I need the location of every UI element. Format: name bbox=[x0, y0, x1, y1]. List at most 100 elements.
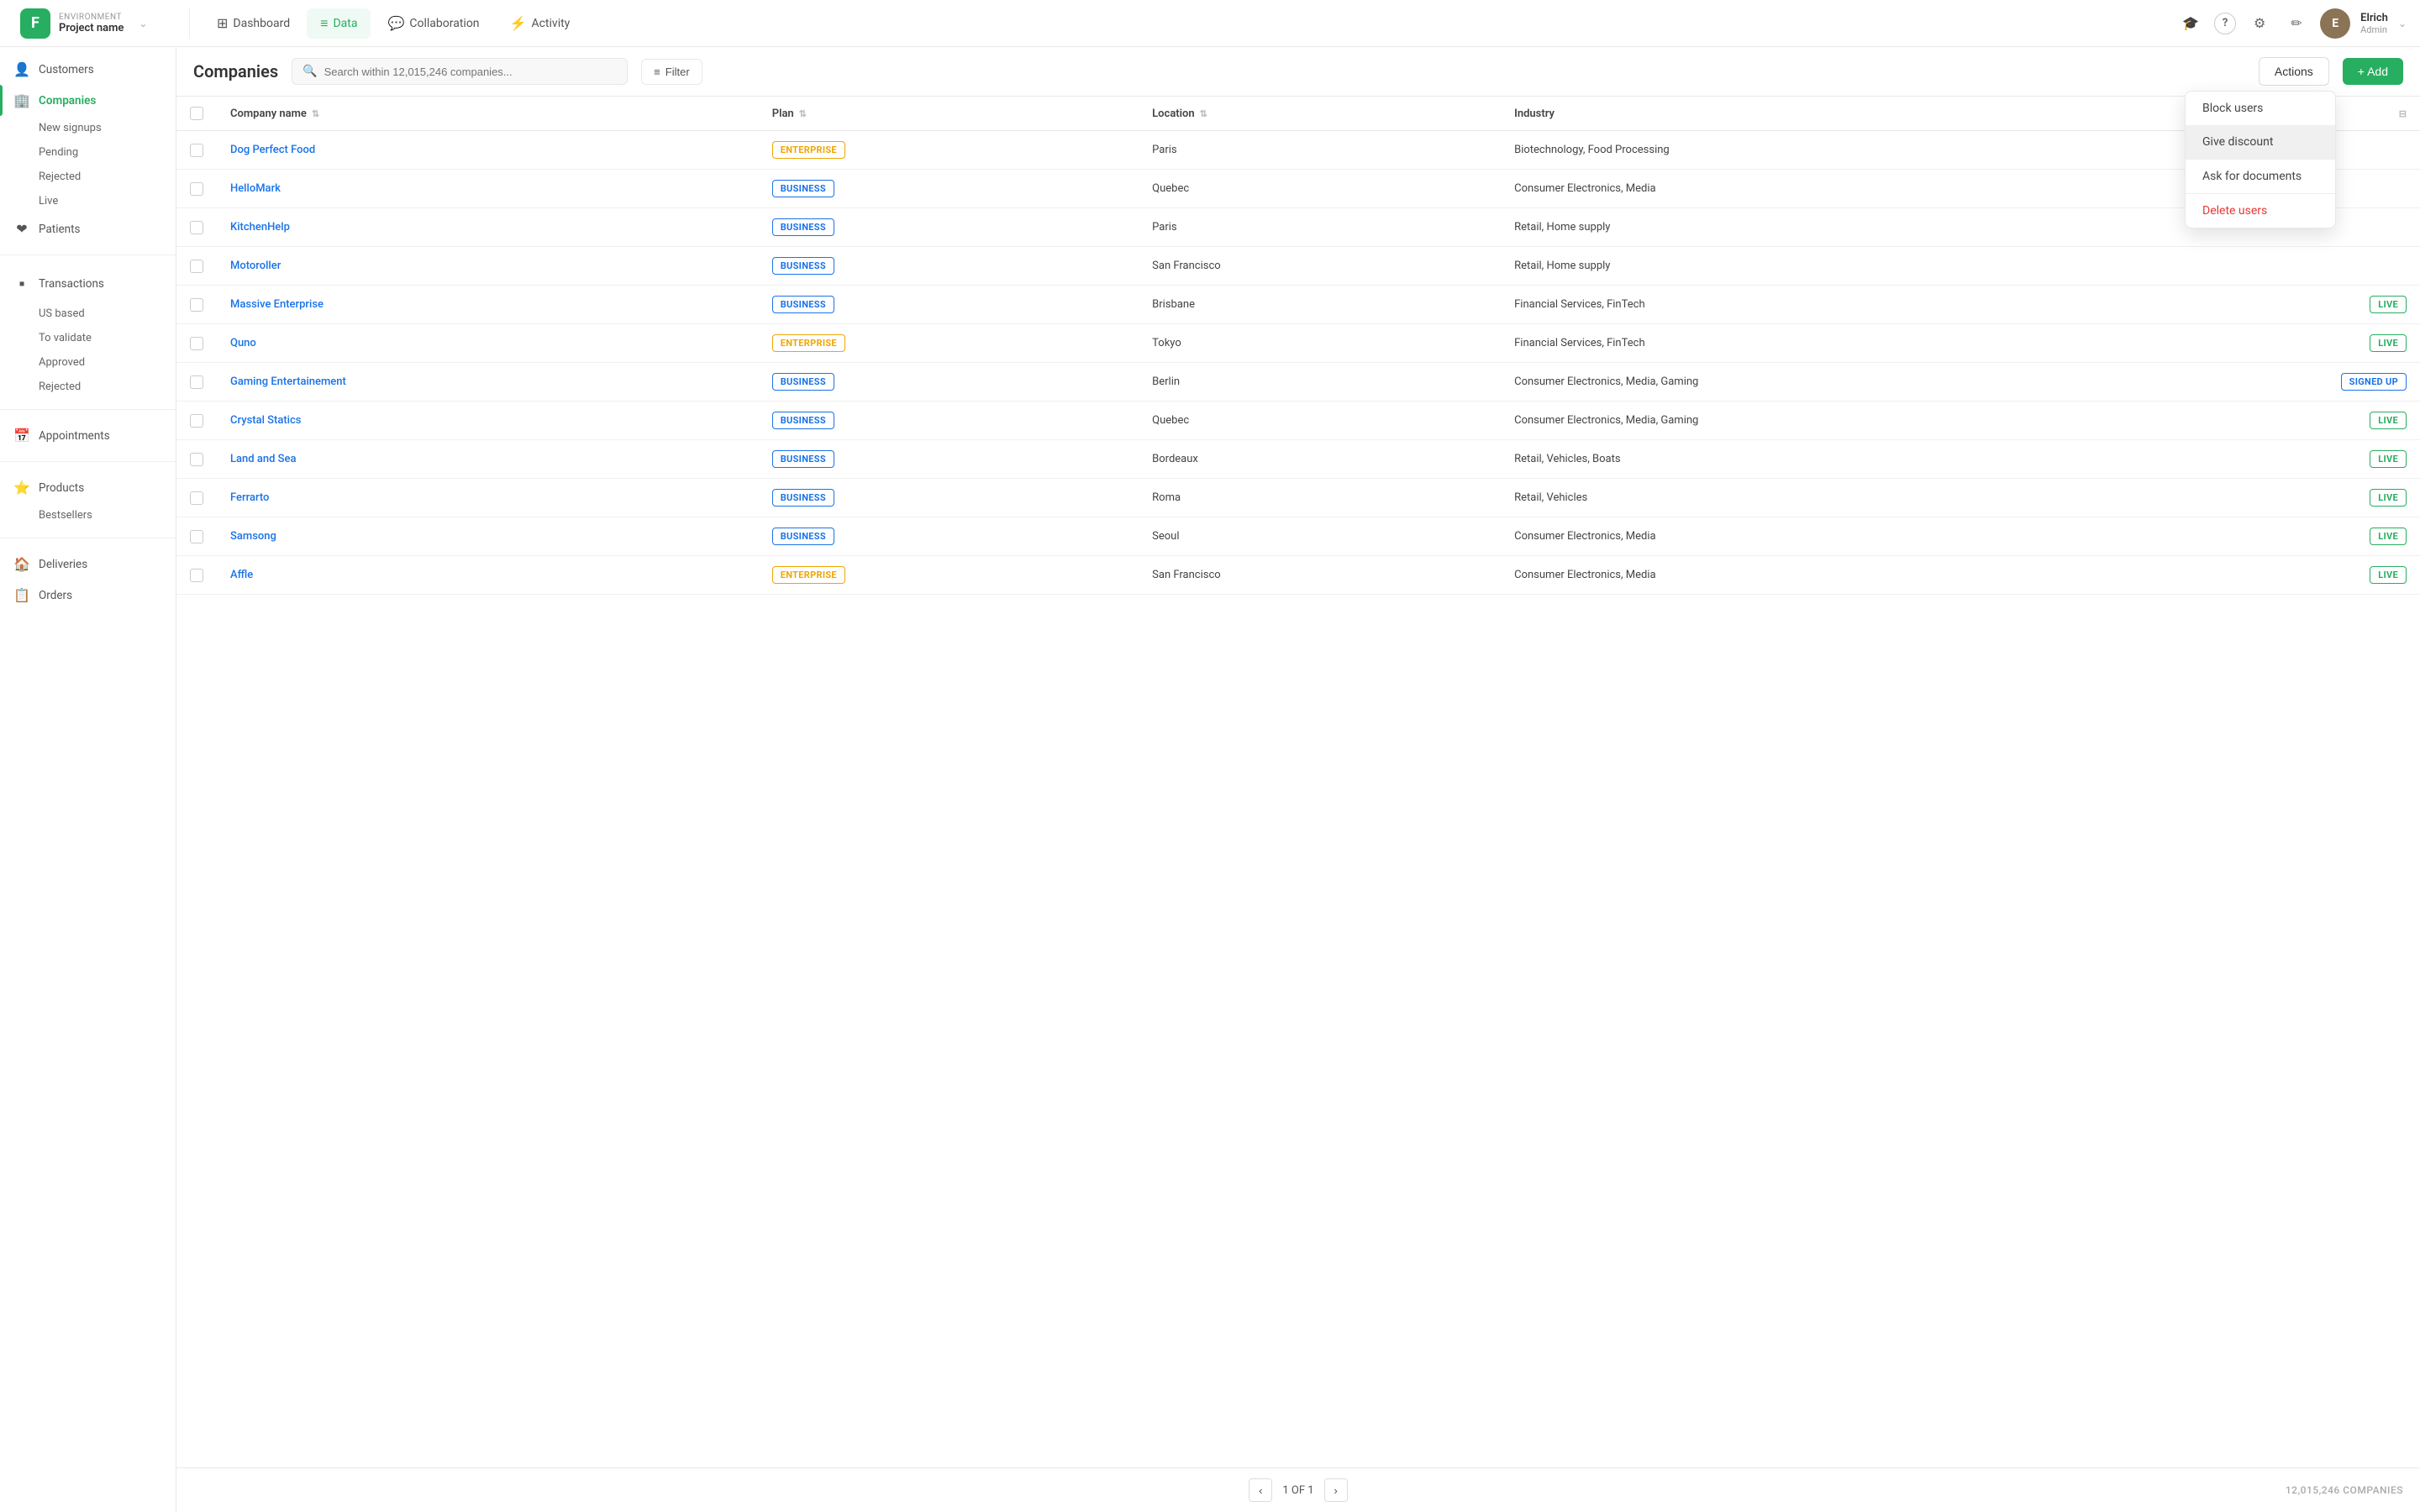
row-checkbox[interactable] bbox=[190, 530, 203, 543]
dropdown-item-block-users[interactable]: Block users bbox=[2186, 92, 2335, 125]
company-link[interactable]: KitchenHelp bbox=[230, 221, 290, 234]
sidebar-sub-rejected-companies[interactable]: Rejected bbox=[0, 165, 176, 189]
row-plan-cell: BUSINESS bbox=[759, 479, 1139, 517]
row-plan-cell: BUSINESS bbox=[759, 517, 1139, 556]
company-link[interactable]: Massive Enterprise bbox=[230, 298, 324, 311]
company-link[interactable]: Dog Perfect Food bbox=[230, 144, 315, 156]
row-checkbox[interactable] bbox=[190, 182, 203, 196]
row-industry-cell: Biotechnology, Food Processing bbox=[1501, 131, 2302, 170]
status-badge: LIVE bbox=[2370, 528, 2407, 545]
sidebar-appointments-section: 📅 Appointments bbox=[0, 413, 176, 458]
row-location-cell: Quebec bbox=[1139, 402, 1501, 440]
sidebar-sub-live[interactable]: Live bbox=[0, 189, 176, 213]
company-link[interactable]: Gaming Entertainement bbox=[230, 375, 346, 388]
next-page-button[interactable]: › bbox=[1324, 1478, 1348, 1502]
nav-activity[interactable]: ⚡ Activity bbox=[497, 8, 584, 38]
sidebar-sub-approved[interactable]: Approved bbox=[0, 350, 176, 375]
select-all-checkbox[interactable] bbox=[190, 107, 203, 120]
actions-button[interactable]: Actions bbox=[2259, 57, 2329, 86]
table-row: Samsong BUSINESS Seoul Consumer Electron… bbox=[176, 517, 2420, 556]
row-location-cell: Paris bbox=[1139, 131, 1501, 170]
sort-company-name-icon[interactable]: ⇅ bbox=[312, 108, 319, 119]
dropdown-item-delete-users[interactable]: Delete users bbox=[2186, 194, 2335, 228]
row-checkbox[interactable] bbox=[190, 144, 203, 157]
sidebar-item-deliveries[interactable]: 🏠 Deliveries bbox=[0, 549, 176, 580]
company-link[interactable]: Samsong bbox=[230, 530, 276, 543]
sidebar-item-transactions[interactable]: ▪ Transactions bbox=[0, 265, 176, 302]
brand-section[interactable]: F ENVIRONMENT Project name ⌄ bbox=[13, 8, 190, 39]
row-status-cell: LIVE bbox=[2302, 556, 2420, 595]
sidebar-item-patients[interactable]: ❤ Patients bbox=[0, 213, 176, 244]
row-status-cell: LIVE bbox=[2302, 517, 2420, 556]
nav-collaboration[interactable]: 💬 Collaboration bbox=[374, 8, 492, 38]
row-checkbox[interactable] bbox=[190, 337, 203, 350]
sidebar-sub-to-validate[interactable]: To validate bbox=[0, 326, 176, 350]
search-container[interactable]: 🔍 bbox=[292, 58, 628, 85]
row-checkbox-cell bbox=[176, 479, 217, 517]
company-link[interactable]: HelloMark bbox=[230, 182, 281, 195]
sidebar-item-orders[interactable]: 📋 Orders bbox=[0, 580, 176, 611]
prev-page-button[interactable]: ‹ bbox=[1249, 1478, 1272, 1502]
sort-plan-icon[interactable]: ⇅ bbox=[799, 108, 807, 119]
add-button[interactable]: + Add bbox=[2343, 58, 2403, 85]
row-checkbox[interactable] bbox=[190, 569, 203, 582]
sort-location-icon[interactable]: ⇅ bbox=[1200, 108, 1207, 119]
col-location: Location ⇅ bbox=[1139, 97, 1501, 131]
sidebar-sub-rejected-transactions[interactable]: Rejected bbox=[0, 375, 176, 399]
row-location-cell: San Francisco bbox=[1139, 247, 1501, 286]
company-link[interactable]: Ferrarto bbox=[230, 491, 269, 504]
col-plan: Plan ⇅ bbox=[759, 97, 1139, 131]
row-company-name-cell: Crystal Statics bbox=[217, 402, 759, 440]
row-location-cell: Seoul bbox=[1139, 517, 1501, 556]
user-chevron-icon[interactable]: ⌄ bbox=[2398, 18, 2407, 29]
row-checkbox[interactable] bbox=[190, 221, 203, 234]
user-role: Admin bbox=[2360, 24, 2388, 35]
sidebar-sub-new-signups[interactable]: New signups bbox=[0, 116, 176, 140]
search-input[interactable] bbox=[324, 66, 618, 78]
table-footer: ‹ 1 OF 1 › 12,015,246 COMPANIES bbox=[176, 1467, 2420, 1512]
avatar[interactable]: E bbox=[2320, 8, 2350, 39]
row-checkbox-cell bbox=[176, 440, 217, 479]
sidebar-sub-us-based[interactable]: US based bbox=[0, 302, 176, 326]
dropdown-item-ask-documents[interactable]: Ask for documents bbox=[2186, 160, 2335, 193]
deliveries-icon: 🏠 bbox=[13, 556, 30, 572]
nav-activity-label: Activity bbox=[531, 17, 570, 30]
row-checkbox-cell bbox=[176, 517, 217, 556]
settings-icon-btn[interactable]: ⚙ bbox=[2246, 10, 2273, 37]
graduation-icon-btn[interactable]: 🎓 bbox=[2177, 10, 2204, 37]
content-area: Companies 🔍 ≡ Filter Actions + Add bbox=[176, 47, 2420, 1512]
sidebar-orders-label: Orders bbox=[39, 589, 72, 602]
sidebar-deliveries-label: Deliveries bbox=[39, 558, 87, 571]
brand-text: ENVIRONMENT Project name bbox=[59, 13, 124, 34]
row-checkbox[interactable] bbox=[190, 414, 203, 428]
company-link[interactable]: Quno bbox=[230, 337, 256, 349]
row-checkbox[interactable] bbox=[190, 375, 203, 389]
row-checkbox[interactable] bbox=[190, 260, 203, 273]
nav-dashboard[interactable]: ⊞ Dashboard bbox=[203, 8, 303, 38]
sidebar-item-customers[interactable]: 👤 Customers bbox=[0, 54, 176, 85]
row-industry-cell: Financial Services, FinTech bbox=[1501, 324, 2302, 363]
company-link[interactable]: Crystal Statics bbox=[230, 414, 301, 427]
brand-chevron-icon[interactable]: ⌄ bbox=[139, 18, 147, 29]
sidebar-item-appointments[interactable]: 📅 Appointments bbox=[0, 420, 176, 451]
row-checkbox[interactable] bbox=[190, 298, 203, 312]
sidebar-item-companies[interactable]: 🏢 Companies bbox=[0, 85, 176, 116]
help-icon-btn[interactable]: ? bbox=[2214, 13, 2236, 34]
table-row: HelloMark BUSINESS Quebec Consumer Elect… bbox=[176, 170, 2420, 208]
sidebar-companies-label: Companies bbox=[39, 94, 96, 108]
sidebar-item-products[interactable]: ⭐ Products bbox=[0, 472, 176, 503]
company-link[interactable]: Motoroller bbox=[230, 260, 281, 272]
filter-status-icon[interactable]: ⊟ bbox=[2399, 108, 2407, 119]
sidebar-sub-pending[interactable]: Pending bbox=[0, 140, 176, 165]
plan-badge: BUSINESS bbox=[772, 489, 834, 507]
row-location-cell: Paris bbox=[1139, 208, 1501, 247]
row-checkbox[interactable] bbox=[190, 453, 203, 466]
company-link[interactable]: Land and Sea bbox=[230, 453, 296, 465]
sidebar-sub-bestsellers[interactable]: Bestsellers bbox=[0, 503, 176, 528]
row-checkbox[interactable] bbox=[190, 491, 203, 505]
filter-button[interactable]: ≡ Filter bbox=[641, 59, 702, 85]
company-link[interactable]: Affle bbox=[230, 569, 253, 581]
dropdown-item-give-discount[interactable]: Give discount bbox=[2186, 125, 2335, 159]
edit-icon-btn[interactable]: ✏ bbox=[2283, 10, 2310, 37]
nav-data[interactable]: ≡ Data bbox=[307, 8, 371, 39]
